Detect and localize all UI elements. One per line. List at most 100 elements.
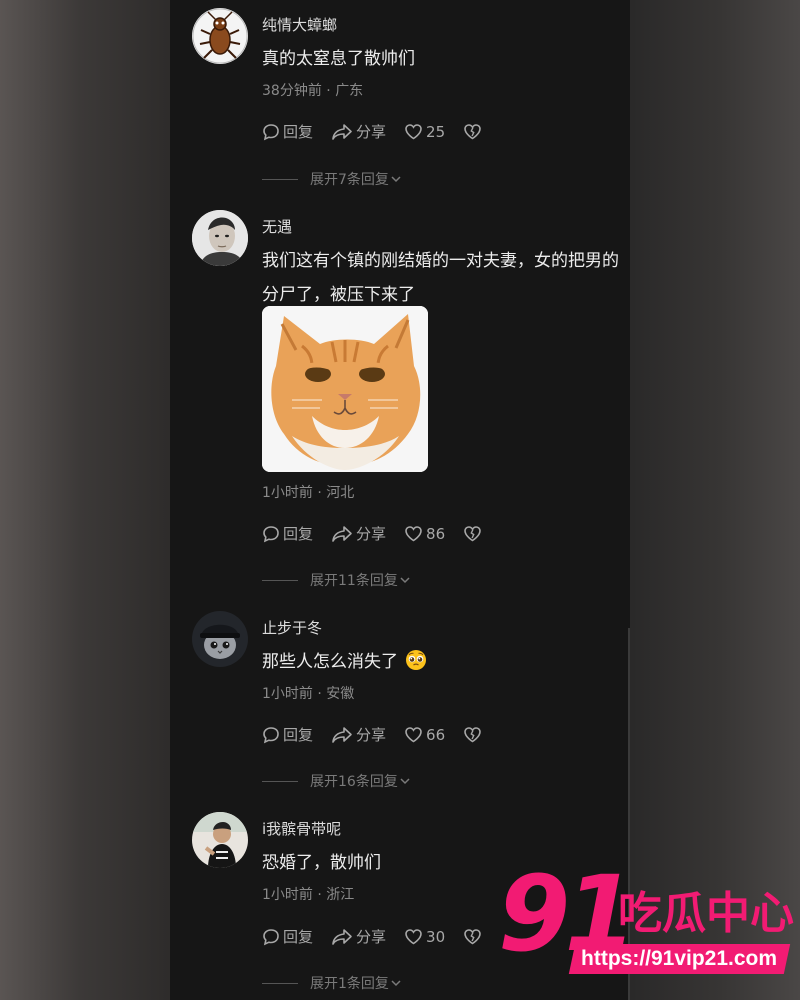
divider-line: [262, 579, 298, 581]
expand-replies-button[interactable]: 展开1条回复: [262, 973, 403, 993]
expand-replies-button[interactable]: 展开11条回复: [262, 570, 412, 590]
share-label: 分享: [356, 726, 387, 744]
comment-meta: 1小时前 · 浙江: [262, 887, 355, 903]
username[interactable]: 纯情大蟑螂: [262, 14, 337, 35]
chevron-down-icon: [400, 778, 410, 785]
cat-with-hat-avatar: [192, 611, 248, 667]
watermark-title: 吃瓜中心: [618, 888, 794, 939]
comment-time: 1小时前: [262, 887, 313, 903]
heart-icon: [405, 727, 422, 743]
avatar[interactable]: [192, 812, 248, 868]
like-count: 30: [426, 927, 446, 946]
like-button[interactable]: 30: [404, 928, 445, 946]
like-count: 66: [426, 725, 446, 744]
speech-bubble-icon: [263, 123, 279, 140]
reply-button[interactable]: 回复: [262, 121, 313, 142]
reply-label: 回复: [283, 726, 314, 744]
comment-text: 真的太窒息了散帅们: [262, 49, 415, 69]
dislike-button[interactable]: [463, 123, 485, 140]
expand-replies-button[interactable]: 展开7条回复: [262, 169, 403, 189]
comment-time: 38分钟前: [262, 83, 322, 99]
speech-bubble-icon: [263, 726, 279, 743]
divider-line: [262, 780, 298, 782]
share-arrow-icon: [332, 525, 352, 542]
cat-meme-image: [262, 306, 428, 472]
reply-label: 回复: [283, 928, 314, 946]
heart-icon: [405, 929, 422, 945]
like-button[interactable]: 66: [404, 726, 445, 744]
dislike-button[interactable]: [463, 525, 485, 542]
comment-location: 广东: [335, 83, 364, 99]
broken-heart-icon: [464, 929, 481, 945]
share-button[interactable]: 分享: [331, 523, 386, 544]
comment-time: 1小时前: [262, 686, 313, 702]
username[interactable]: 止步于冬: [262, 617, 322, 638]
pleading-face-emoji-icon: [406, 650, 427, 670]
share-arrow-icon: [332, 123, 352, 140]
share-button[interactable]: 分享: [331, 121, 386, 142]
comment-time: 1小时前: [262, 485, 313, 501]
speech-bubble-icon: [263, 928, 279, 945]
comment-meta: 1小时前 · 河北: [262, 485, 355, 501]
share-button[interactable]: 分享: [331, 926, 386, 947]
comment-actions: 回复 分享 86: [262, 523, 503, 544]
expand-label: 展开1条回复: [310, 976, 389, 992]
comment-location: 河北: [326, 485, 355, 501]
like-button[interactable]: 86: [404, 525, 445, 543]
comment-panel: 纯情大蟑螂 真的太窒息了散帅们 38分钟前 · 广东 回复 分享 25 展开7条…: [170, 0, 630, 1000]
comment-meta: 38分钟前 · 广东: [262, 83, 364, 99]
share-label: 分享: [356, 525, 387, 543]
dislike-button[interactable]: [463, 726, 485, 743]
boy-photo-avatar: [192, 812, 248, 868]
heart-icon: [405, 124, 422, 140]
username[interactable]: 无遇: [262, 216, 292, 237]
share-arrow-icon: [332, 928, 352, 945]
speech-bubble-icon: [263, 525, 279, 542]
site-watermark: 91 吃瓜中心 https://91vip21.com: [490, 858, 800, 988]
reply-button[interactable]: 回复: [262, 523, 313, 544]
username[interactable]: i我髌骨带呢: [262, 818, 341, 839]
man-portrait-avatar: [192, 210, 248, 266]
expand-replies-button[interactable]: 展开16条回复: [262, 771, 412, 791]
reply-button[interactable]: 回复: [262, 926, 313, 947]
divider-line: [262, 178, 298, 180]
cockroach-avatar-icon: [192, 8, 248, 64]
dislike-button[interactable]: [463, 928, 485, 945]
expand-label: 展开7条回复: [310, 172, 389, 188]
comment-text: 我们这有个镇的刚结婚的一对夫妻，女的把男的分尸了，被压下来了: [262, 251, 619, 305]
reply-button[interactable]: 回复: [262, 724, 313, 745]
comment-meta: 1小时前 · 安徽: [262, 686, 355, 702]
watermark-url-text: https://91vip21.com: [581, 947, 778, 970]
comment-image[interactable]: [262, 306, 428, 472]
share-label: 分享: [356, 123, 387, 141]
comment-text: 那些人怎么消失了: [262, 645, 427, 679]
comment-actions: 回复 分享 30: [262, 926, 503, 947]
comment-actions: 回复 分享 66: [262, 724, 503, 745]
share-label: 分享: [356, 928, 387, 946]
chevron-down-icon: [400, 577, 410, 584]
heart-icon: [405, 526, 422, 542]
comment-actions: 回复 分享 25: [262, 121, 503, 142]
avatar[interactable]: [192, 611, 248, 667]
comment-location: 安徽: [326, 686, 355, 702]
like-button[interactable]: 25: [404, 123, 445, 141]
watermark-url: https://91vip21.com: [568, 944, 791, 974]
share-button[interactable]: 分享: [331, 724, 386, 745]
comment-text-content: 那些人怎么消失了: [262, 652, 398, 672]
like-count: 25: [426, 122, 446, 141]
reply-label: 回复: [283, 123, 314, 141]
expand-label: 展开11条回复: [310, 573, 398, 589]
broken-heart-icon: [464, 727, 481, 743]
chevron-down-icon: [391, 176, 401, 183]
expand-label: 展开16条回复: [310, 774, 398, 790]
broken-heart-icon: [464, 526, 481, 542]
avatar[interactable]: [192, 8, 248, 64]
broken-heart-icon: [464, 124, 481, 140]
like-count: 86: [426, 524, 446, 543]
comment-location: 浙江: [326, 887, 355, 903]
chevron-down-icon: [391, 980, 401, 987]
divider-line: [262, 982, 298, 984]
share-arrow-icon: [332, 726, 352, 743]
reply-label: 回复: [283, 525, 314, 543]
avatar[interactable]: [192, 210, 248, 266]
